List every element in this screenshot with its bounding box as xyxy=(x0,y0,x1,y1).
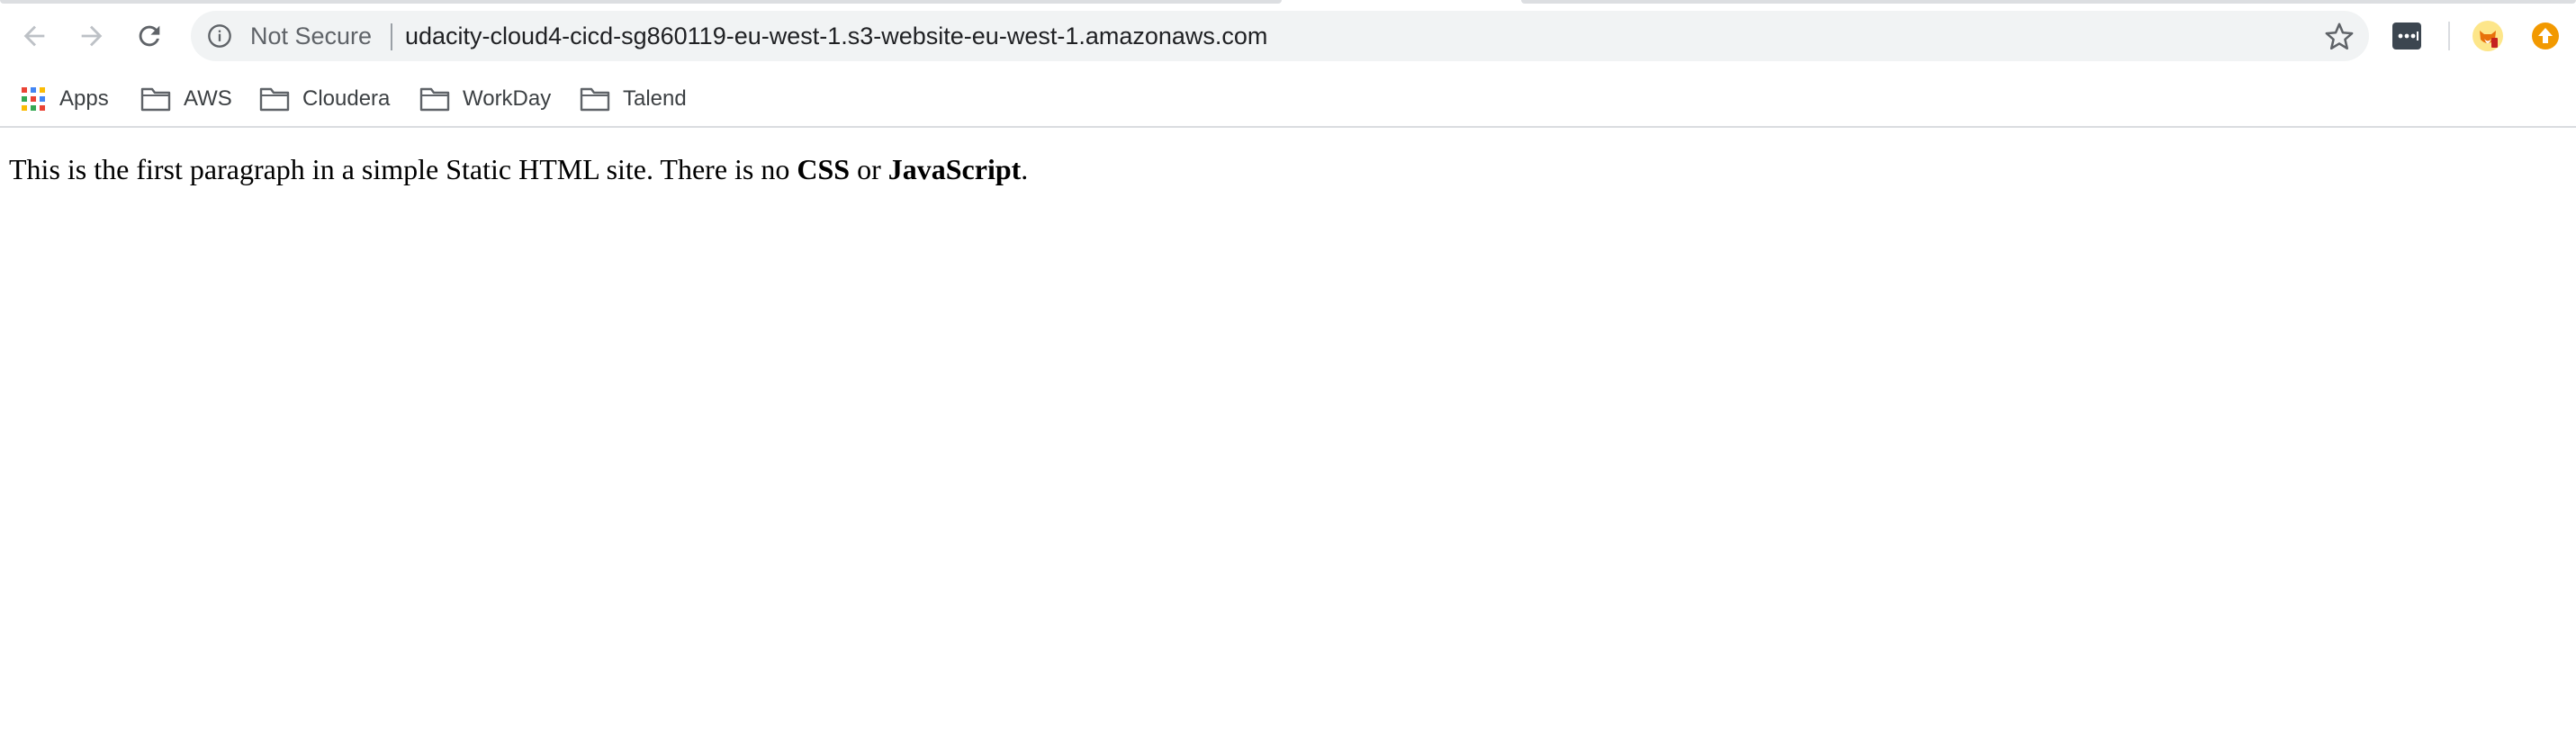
bookmark-folder-workday[interactable]: WorkDay xyxy=(419,79,551,119)
bookmark-label: AWS xyxy=(184,86,232,111)
bookmark-folder-aws[interactable]: AWS xyxy=(140,79,232,119)
paragraph-text-between: or xyxy=(850,153,888,185)
apps-grid-icon xyxy=(22,87,45,111)
bookmarks-bar: Apps AWS Cloudera WorkDay Talend xyxy=(0,72,2576,128)
omnibox-separator xyxy=(391,23,392,50)
tab-strip-edge xyxy=(1521,0,2576,4)
address-bar[interactable]: Not Secure xyxy=(191,11,2369,61)
info-icon[interactable] xyxy=(207,23,232,49)
browser-toolbar: Not Secure xyxy=(0,0,2576,72)
reload-button[interactable] xyxy=(128,14,171,58)
javascript-bold-text: JavaScript xyxy=(887,153,1022,185)
forward-button[interactable] xyxy=(70,14,113,58)
folder-icon xyxy=(419,87,450,112)
fox-extension-icon[interactable] xyxy=(2472,20,2504,52)
bookmark-folder-cloudera[interactable]: Cloudera xyxy=(259,79,390,119)
bookmark-label: Apps xyxy=(59,86,109,111)
reload-icon xyxy=(139,25,160,47)
bookmark-label: Cloudera xyxy=(302,86,391,111)
url-field[interactable] xyxy=(405,11,2286,61)
page-content: This is the first paragraph in a simple … xyxy=(0,128,2576,729)
toolbar-divider xyxy=(2448,22,2450,50)
folder-icon xyxy=(580,87,610,112)
bookmark-folder-talend[interactable]: Talend xyxy=(580,79,687,119)
password-manager-icon[interactable] xyxy=(2391,20,2423,52)
security-status-label[interactable]: Not Secure xyxy=(250,11,372,61)
folder-icon xyxy=(259,87,290,112)
back-button[interactable] xyxy=(13,14,56,58)
paragraph-text: This is the first paragraph in a simple … xyxy=(9,153,797,185)
update-arrow-icon[interactable] xyxy=(2529,20,2562,52)
star-icon[interactable] xyxy=(2324,22,2355,52)
bookmark-label: WorkDay xyxy=(463,86,552,111)
folder-icon xyxy=(140,87,171,112)
paragraph-end: . xyxy=(1021,153,1029,185)
bookmark-apps[interactable]: Apps xyxy=(20,79,109,119)
first-paragraph: This is the first paragraph in a simple … xyxy=(9,153,1028,186)
arrow-right-icon xyxy=(81,25,103,47)
arrow-left-icon xyxy=(23,25,45,47)
bookmark-label: Talend xyxy=(623,86,687,111)
tab-strip-edge xyxy=(0,0,1282,4)
css-bold-text: CSS xyxy=(797,153,851,185)
